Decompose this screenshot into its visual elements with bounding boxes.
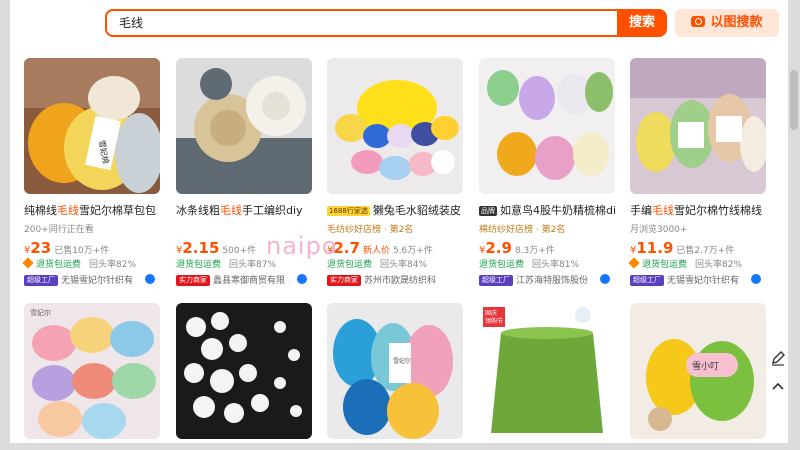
- watermark-text: naipo: [266, 232, 338, 260]
- shop-row[interactable]: 超级工厂 无锡雪妃尔针织有: [24, 273, 160, 286]
- product-card[interactable]: 1688行家选 獭兔毛水貂绒装皮 毛纺纱好店榜 · 第2名 ¥2.7 新人价 5.6万…: [327, 58, 463, 288]
- product-card[interactable]: 雪妃棉 纯棉线毛线雪妃尔棉草包包 200+同行正在看 ¥23 已售10万+件 退货…: [22, 58, 160, 288]
- shop-row[interactable]: 实力商家 蠡县寒御商贸有限: [176, 273, 312, 286]
- shop-row[interactable]: 超级工厂 无锡雪妃尔针织有: [630, 273, 766, 286]
- product-card[interactable]: 手编毛线雪妃尔棉竹线棉线 月浏览3000+ ¥11.9 已售2.7万+件 退货包运…: [628, 58, 766, 288]
- image-search-button[interactable]: 以图搜款: [675, 9, 779, 37]
- product-image[interactable]: 雪妃棉: [24, 58, 160, 194]
- product-image[interactable]: [176, 58, 312, 194]
- factory-badge: 超级工厂: [630, 275, 664, 286]
- chat-icon[interactable]: [751, 274, 761, 284]
- diamond-icon: [22, 257, 34, 269]
- product-image[interactable]: 国庆 领购节: [479, 303, 615, 439]
- promo-tag-text: 领购节: [485, 317, 503, 325]
- factory-badge: 超级工厂: [24, 275, 58, 286]
- chevron-up-icon[interactable]: [770, 378, 786, 394]
- price-row: ¥23 已售10万+件: [24, 239, 110, 257]
- return-row: 退货包运费 回头率82%: [628, 257, 770, 270]
- chat-icon[interactable]: [297, 274, 307, 284]
- brand-tag: 品牌: [479, 206, 497, 216]
- selection-tag: 1688行家选: [327, 206, 370, 216]
- diamond-icon: [628, 257, 640, 269]
- promo-tag-text: 国庆: [485, 309, 497, 317]
- product-title[interactable]: 冰条线粗毛线手工编织diy: [176, 204, 312, 218]
- window-frame-left: [0, 0, 10, 450]
- product-subtext: 月浏览3000+: [630, 225, 688, 235]
- return-row: 退货包运费 回头率84%: [327, 260, 428, 270]
- product-image[interactable]: 雪妃尔: [24, 303, 160, 439]
- product-image[interactable]: 雪小叮: [630, 303, 766, 439]
- price-row: ¥2.9 8.3万+件: [479, 239, 555, 257]
- product-title[interactable]: 1688行家选 獭兔毛水貂绒装皮: [327, 204, 463, 218]
- ranking-text[interactable]: 棉纺纱好店榜 · 第2名: [479, 222, 619, 235]
- product-image[interactable]: [176, 303, 312, 439]
- brand-mark-text: 雪妃尔: [30, 308, 51, 317]
- camera-icon: [691, 16, 706, 27]
- price-row: ¥11.9 已售2.7万+件: [630, 239, 735, 257]
- price-row: ¥2.7 新人价 5.6万+件: [327, 239, 433, 257]
- shop-row[interactable]: 超级工厂 江苏海特服饰股份: [479, 273, 615, 286]
- chat-icon[interactable]: [145, 274, 155, 284]
- search-box: [105, 9, 617, 37]
- shop-row[interactable]: 实力商家 苏州市欧晟纺织科: [327, 273, 463, 286]
- product-image[interactable]: [479, 58, 615, 194]
- factory-badge: 超级工厂: [479, 275, 513, 286]
- yarn-label-text: 雪妃尔: [393, 357, 411, 365]
- return-row: 退货包运费 回头率81%: [479, 260, 580, 270]
- product-title[interactable]: 手编毛线雪妃尔棉竹线棉线: [630, 204, 766, 218]
- scrollbar-thumb[interactable]: [790, 70, 798, 130]
- product-image[interactable]: [327, 58, 463, 194]
- product-image[interactable]: [630, 58, 766, 194]
- image-search-label: 以图搜款: [710, 15, 763, 30]
- ranking-text[interactable]: 毛纺纱好店榜 · 第2名: [327, 222, 467, 235]
- product-subtext: 200+同行正在看: [24, 225, 94, 235]
- product-card[interactable]: 品牌 如意鸟4股牛奶精梳棉di 棉纺纱好店榜 · 第2名 ¥2.9 8.3万+件 退…: [479, 58, 615, 288]
- scrollbar-track[interactable]: [788, 0, 800, 450]
- product-title[interactable]: 纯棉线毛线雪妃尔棉草包包: [24, 204, 160, 218]
- window-frame-bottom: [0, 443, 800, 450]
- return-row: 退货包运费 回头率82%: [22, 257, 164, 270]
- pencil-icon[interactable]: [770, 350, 786, 366]
- search-button[interactable]: 搜索: [617, 9, 667, 37]
- merchant-badge: 实力商家: [176, 275, 210, 286]
- product-image[interactable]: 雪妃尔: [327, 303, 463, 439]
- merchant-badge: 实力商家: [327, 275, 361, 286]
- yarn-label-text: 雪小叮: [692, 361, 719, 372]
- product-title[interactable]: 品牌 如意鸟4股牛奶精梳棉di: [479, 204, 615, 218]
- search-input[interactable]: [119, 11, 599, 35]
- chat-icon[interactable]: [600, 274, 610, 284]
